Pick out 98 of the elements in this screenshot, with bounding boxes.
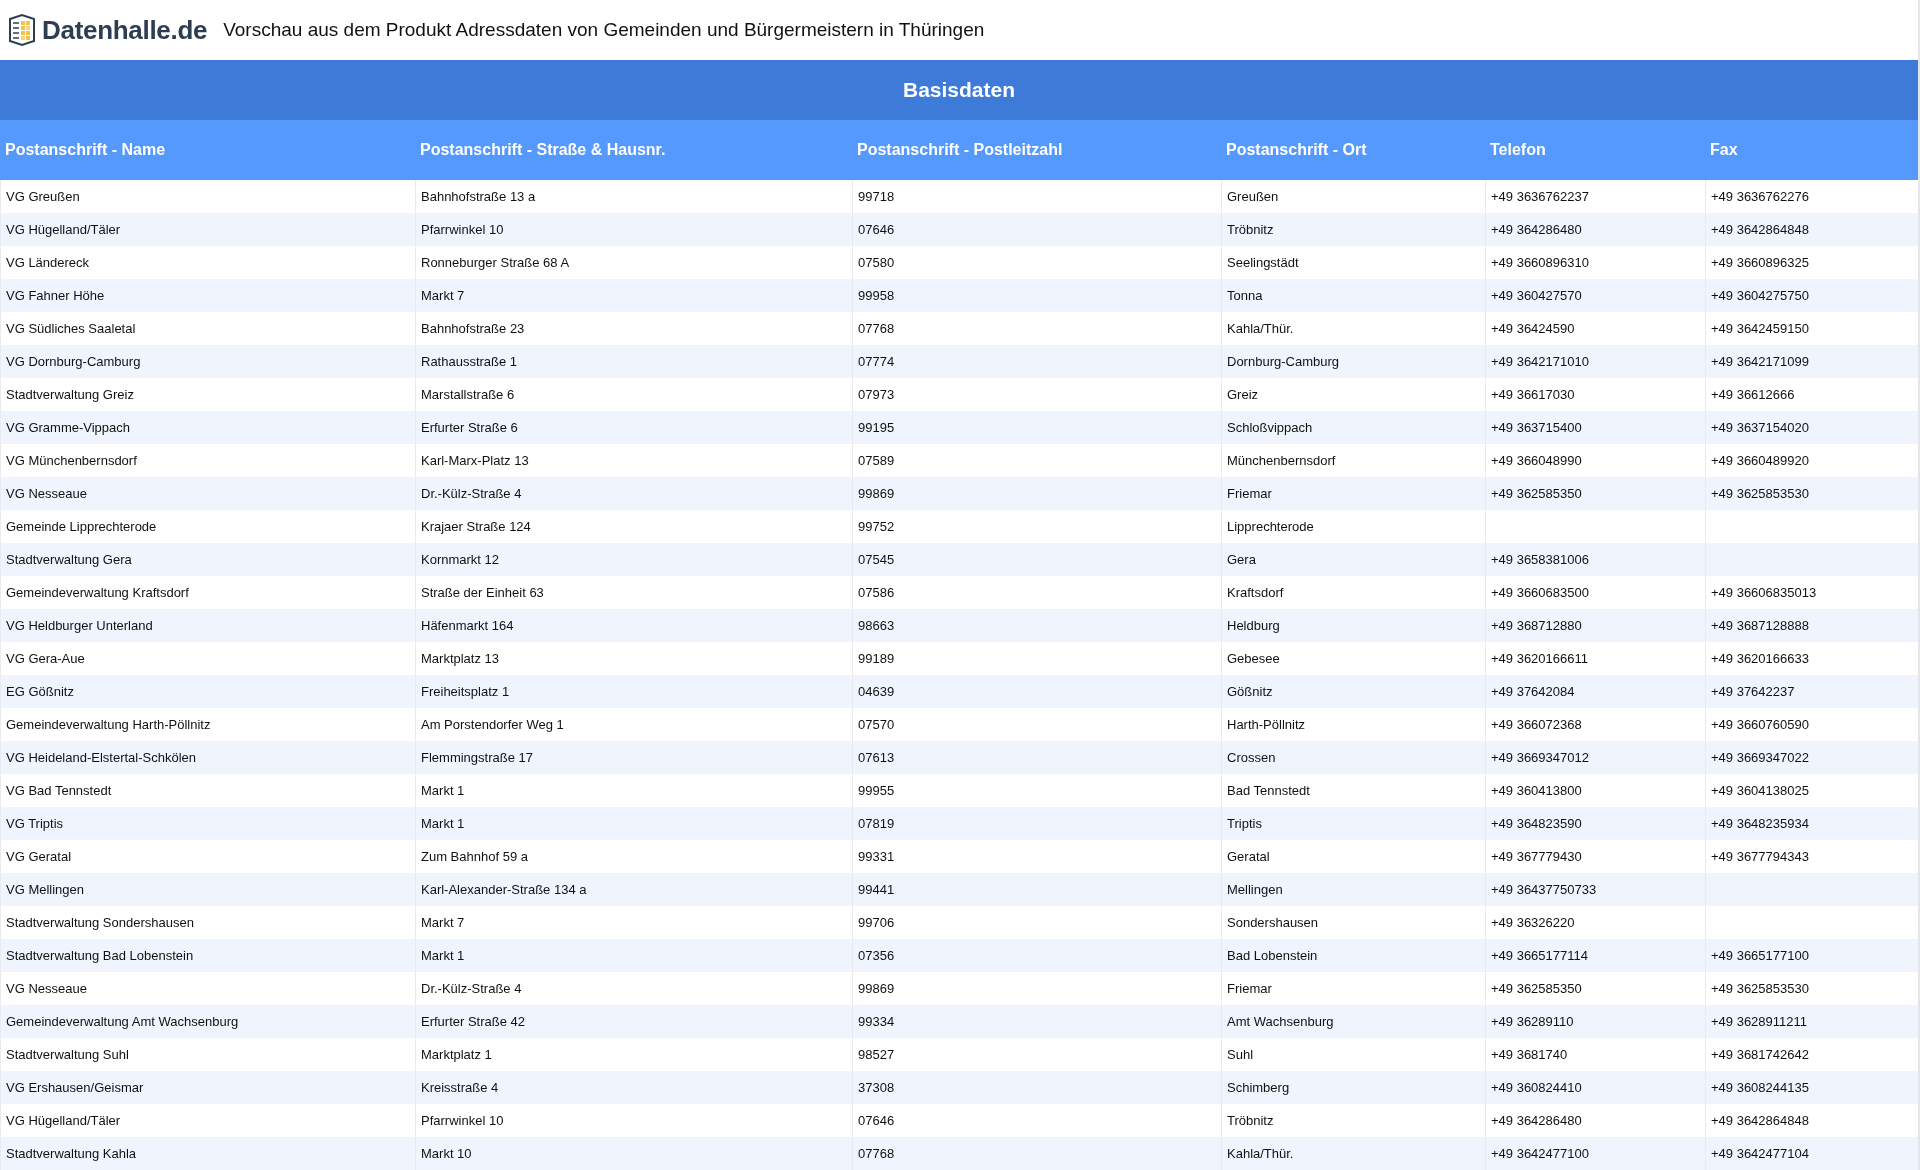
table-cell: Markt 7 xyxy=(415,279,852,312)
table-cell: Dornburg-Camburg xyxy=(1221,345,1485,378)
table-cell: Tröbnitz xyxy=(1221,213,1485,246)
table-cell: +49 3648235934 xyxy=(1705,807,1918,840)
table-cell: Schimberg xyxy=(1221,1071,1485,1104)
table-cell: Triptis xyxy=(1221,807,1485,840)
table-cell: 99958 xyxy=(852,279,1221,312)
table-cell: Dr.-Külz-Straße 4 xyxy=(415,477,852,510)
table-cell: EG Gößnitz xyxy=(0,675,415,708)
table-cell: +49 3669347022 xyxy=(1705,741,1918,774)
table-cell: +49 364286480 xyxy=(1485,213,1705,246)
table-cell: Rathausstraße 1 xyxy=(415,345,852,378)
table-cell: +49 364823590 xyxy=(1485,807,1705,840)
table-cell: Markt 1 xyxy=(415,807,852,840)
table-cell: +49 368712880 xyxy=(1485,609,1705,642)
column-header: Telefon xyxy=(1485,120,1705,180)
table-cell: Stadtverwaltung Gera xyxy=(0,543,415,576)
table-cell: +49 3642864848 xyxy=(1705,213,1918,246)
table-cell: Amt Wachsenburg xyxy=(1221,1005,1485,1038)
table-cell: +49 3642477104 xyxy=(1705,1137,1918,1170)
table-cell: +49 3658381006 xyxy=(1485,543,1705,576)
table-cell: Friemar xyxy=(1221,477,1485,510)
column-header: Fax xyxy=(1705,120,1918,180)
table-cell: Gemeindeverwaltung Amt Wachsenburg xyxy=(0,1005,415,1038)
table-cell: 37308 xyxy=(852,1071,1221,1104)
table-cell: 07356 xyxy=(852,939,1221,972)
column-header: Postanschrift - Postleitzahl xyxy=(852,120,1221,180)
table-cell: Kornmarkt 12 xyxy=(415,543,852,576)
table-cell: +49 3608244135 xyxy=(1705,1071,1918,1104)
table-cell: Markt 10 xyxy=(415,1137,852,1170)
table-cell: +49 3687128888 xyxy=(1705,609,1918,642)
table-cell: +49 36437750733 xyxy=(1485,873,1705,906)
table-cell: +49 3669347012 xyxy=(1485,741,1705,774)
table-cell: Crossen xyxy=(1221,741,1485,774)
table-cell: VG Gramme-Vippach xyxy=(0,411,415,444)
table-cell: VG Mellingen xyxy=(0,873,415,906)
table-cell: +49 36289110 xyxy=(1485,1005,1705,1038)
table-cell: +49 362585350 xyxy=(1485,477,1705,510)
table-cell: 99441 xyxy=(852,873,1221,906)
table-cell: Stadtverwaltung Kahla xyxy=(0,1137,415,1170)
table-cell: Pfarrwinkel 10 xyxy=(415,213,852,246)
table-cell: 07646 xyxy=(852,213,1221,246)
table-cell: +49 3642477100 xyxy=(1485,1137,1705,1170)
table-cell: Schloßvippach xyxy=(1221,411,1485,444)
table-cell: Gera xyxy=(1221,543,1485,576)
table-cell: Erfurter Straße 42 xyxy=(415,1005,852,1038)
table-cell: +49 363715400 xyxy=(1485,411,1705,444)
table-cell: VG Heideland-Elstertal-Schkölen xyxy=(0,741,415,774)
table-cell: Kahla/Thür. xyxy=(1221,1137,1485,1170)
table-cell: Erfurter Straße 6 xyxy=(415,411,852,444)
table-cell: VG Fahner Höhe xyxy=(0,279,415,312)
table-cell: +49 3665177114 xyxy=(1485,939,1705,972)
table-cell: +49 3642171099 xyxy=(1705,345,1918,378)
table-cell: 07819 xyxy=(852,807,1221,840)
table-cell: VG Triptis xyxy=(0,807,415,840)
table-cell: Gößnitz xyxy=(1221,675,1485,708)
table-cell: VG Hügelland/Täler xyxy=(0,213,415,246)
table-cell: 98663 xyxy=(852,609,1221,642)
table-cell: VG Heldburger Unterland xyxy=(0,609,415,642)
table-cell: 07545 xyxy=(852,543,1221,576)
table-cell: Tonna xyxy=(1221,279,1485,312)
table-cell: Freiheitsplatz 1 xyxy=(415,675,852,708)
table-caption: Basisdaten xyxy=(0,60,1918,120)
table-cell: 04639 xyxy=(852,675,1221,708)
table-cell: Stadtverwaltung Bad Lobenstein xyxy=(0,939,415,972)
table-cell: Bad Lobenstein xyxy=(1221,939,1485,972)
table-cell: +49 3628911211 xyxy=(1705,1005,1918,1038)
table-cell: Karl-Alexander-Straße 134 a xyxy=(415,873,852,906)
table-cell: +49 3604275750 xyxy=(1705,279,1918,312)
table-cell: 99195 xyxy=(852,411,1221,444)
table-cell: Mellingen xyxy=(1221,873,1485,906)
table-cell: 99869 xyxy=(852,477,1221,510)
table-cell: +49 37642084 xyxy=(1485,675,1705,708)
column-header: Postanschrift - Name xyxy=(0,120,415,180)
table-cell: 07774 xyxy=(852,345,1221,378)
table-cell: +49 3642171010 xyxy=(1485,345,1705,378)
table-cell: Kreisstraße 4 xyxy=(415,1071,852,1104)
table-cell: Flemmingstraße 17 xyxy=(415,741,852,774)
table-cell: Häfenmarkt 164 xyxy=(415,609,852,642)
server-stack-logo-icon xyxy=(6,13,38,47)
table-cell: Heldburg xyxy=(1221,609,1485,642)
table-cell: 07613 xyxy=(852,741,1221,774)
table-cell: VG Nesseaue xyxy=(0,477,415,510)
table-cell: 07768 xyxy=(852,1137,1221,1170)
table-cell: Markt 1 xyxy=(415,939,852,972)
logo-wordmark: Datenhalle.de xyxy=(42,14,208,46)
table-cell: VG Ershausen/Geismar xyxy=(0,1071,415,1104)
table-cell: +49 360427570 xyxy=(1485,279,1705,312)
table-cell: VG Dornburg-Camburg xyxy=(0,345,415,378)
table-cell: +49 3665177100 xyxy=(1705,939,1918,972)
table-cell: +49 360824410 xyxy=(1485,1071,1705,1104)
table-cell: +49 3637154020 xyxy=(1705,411,1918,444)
column-header: Postanschrift - Ort xyxy=(1221,120,1485,180)
column-header: Postanschrift - Straße & Hausnr. xyxy=(415,120,852,180)
table-cell: +49 37642237 xyxy=(1705,675,1918,708)
table-cell: 99334 xyxy=(852,1005,1221,1038)
table-cell: +49 3625853530 xyxy=(1705,477,1918,510)
page-title: Vorschau aus dem Produkt Adressdaten von Gemeinden und Bürgermeistern in Thüringen xyxy=(223,19,985,41)
